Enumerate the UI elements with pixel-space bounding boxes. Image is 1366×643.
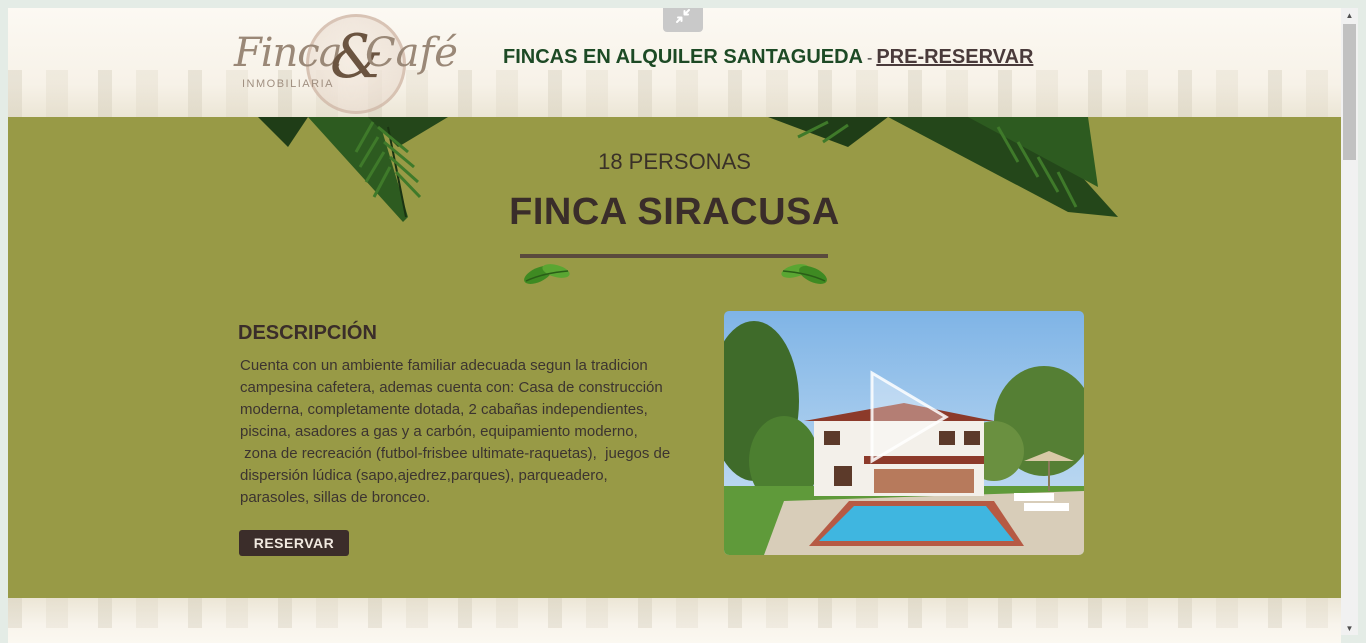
scrollbar-thumb[interactable] (1343, 24, 1356, 160)
collapse-arrows-icon (676, 9, 690, 23)
site-header: Finca & Café INMOBILIARIA FINCAS EN ALQU… (8, 8, 1341, 117)
brush-texture (8, 70, 1341, 117)
pre-reservar-link[interactable]: PRE-RESERVAR (876, 46, 1033, 68)
description-text: Cuenta con un ambiente familiar adecuada… (240, 355, 712, 509)
video-thumbnail[interactable] (724, 311, 1084, 555)
logo-word-finca: Finca (234, 30, 343, 76)
description-line: zona de recreación (futbol-frisbee ultim… (240, 445, 671, 462)
collapse-button[interactable] (663, 8, 703, 32)
vertical-scrollbar[interactable]: ▲ ▼ (1341, 8, 1358, 635)
description-line: campesina cafetera, ademas cuenta con: C… (240, 379, 663, 396)
leaf-icon (781, 264, 827, 284)
next-section-strip (8, 598, 1341, 643)
description-line: moderna, completamente dotada, 2 cabañas… (240, 401, 648, 418)
leaf-icon (524, 264, 570, 284)
header-separator: - (867, 50, 873, 67)
logo-subtitle: INMOBILIARIA (242, 78, 334, 90)
description-line: dispersión lúdica (sapo,ajedrez,parques)… (240, 467, 608, 484)
description-line: piscina, asadores a gas y a carbón, equi… (240, 423, 638, 440)
reservar-button[interactable]: RESERVAR (239, 530, 349, 556)
scroll-down-arrow-icon[interactable]: ▼ (1341, 621, 1358, 635)
logo-word-cafe: Café (365, 30, 458, 76)
description-heading: DESCRIPCIÓN (238, 322, 377, 344)
listing-section: 18 PERSONAS FINCA SIRACUSA DESCRIPCIÓN C… (8, 117, 1341, 598)
listing-title: FINCA SIRACUSA (509, 191, 840, 233)
header-title-text: FINCAS EN ALQUILER SANTAGUEDA (503, 46, 863, 68)
description-line: Cuenta con un ambiente familiar adecuada… (240, 357, 648, 374)
capacity-label: 18 PERSONAS (598, 149, 751, 174)
description-line: parasoles, sillas de bronceo. (240, 489, 431, 506)
scroll-up-arrow-icon[interactable]: ▲ (1341, 8, 1358, 22)
browser-frame-right (1358, 0, 1366, 643)
brush-texture (8, 598, 1341, 628)
header-title: FINCAS EN ALQUILER SANTAGUEDA - PRE-RESERV… (503, 46, 1033, 69)
page: Finca & Café INMOBILIARIA FINCAS EN ALQU… (8, 8, 1341, 643)
site-logo[interactable]: Finca & Café INMOBILIARIA (230, 12, 458, 116)
property-photo (724, 311, 1084, 555)
